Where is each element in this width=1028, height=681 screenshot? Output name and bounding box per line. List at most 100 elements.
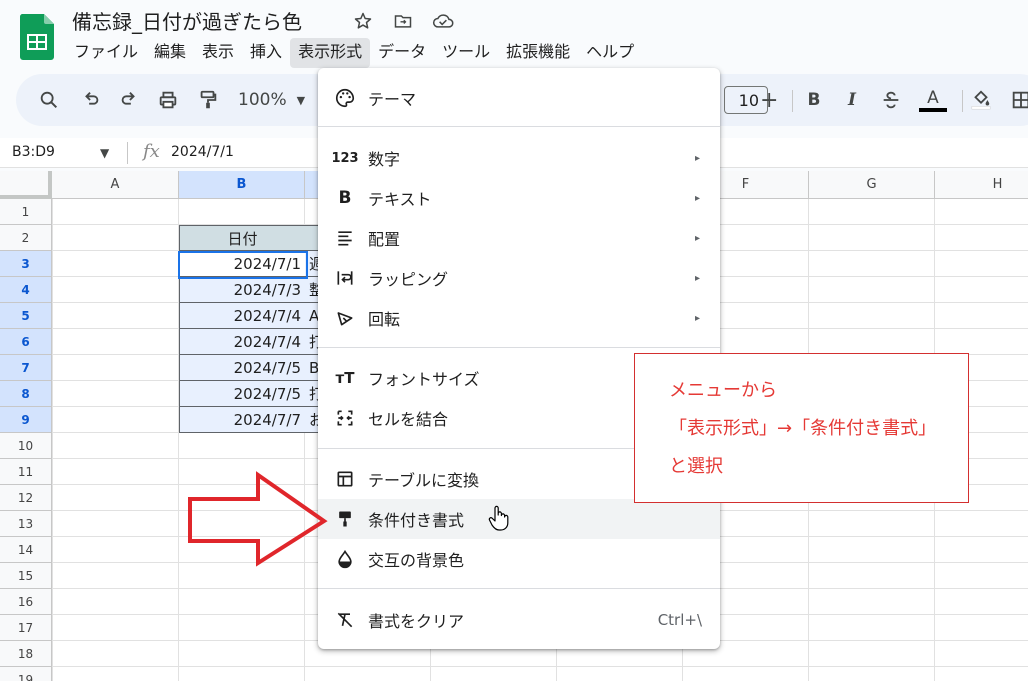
text-color-icon[interactable]: A: [918, 88, 948, 112]
row-header[interactable]: 4: [0, 277, 52, 303]
text-color-bar: [919, 107, 947, 112]
menu-item-clear-format[interactable]: 書式をクリア Ctrl+\: [318, 600, 720, 640]
redo-icon[interactable]: [118, 88, 140, 112]
row-header[interactable]: 8: [0, 381, 52, 407]
select-all-corner[interactable]: [0, 171, 52, 199]
pointer-arrow-icon: [188, 471, 328, 567]
row-header[interactable]: 9: [0, 407, 52, 433]
menu-item-label: 回転: [368, 310, 401, 329]
row-header[interactable]: 12: [0, 485, 52, 511]
italic-icon[interactable]: I: [842, 88, 862, 112]
menu-file[interactable]: ファイル: [66, 38, 146, 68]
submenu-arrow-icon: ▸: [694, 192, 700, 204]
row-header[interactable]: 19: [0, 667, 52, 681]
menu-item-rotation[interactable]: 回転 ▸: [318, 298, 720, 338]
menu-item-label: テーブルに変換: [368, 471, 480, 490]
plus-icon[interactable]: +: [760, 88, 778, 113]
menu-item-label: 書式をクリア: [368, 612, 465, 631]
name-box[interactable]: B3:D9: [12, 144, 55, 160]
menu-divider: [318, 126, 720, 127]
date-cell[interactable]: 2024/7/7: [179, 407, 306, 433]
menu-item-label: 配置: [368, 230, 401, 249]
formula-divider: [127, 142, 128, 164]
text-color-letter: A: [927, 87, 939, 108]
row-header[interactable]: 1: [0, 199, 52, 225]
menu-divider: [318, 347, 720, 348]
row-header[interactable]: 18: [0, 641, 52, 667]
strikethrough-icon[interactable]: [880, 88, 902, 112]
row-header[interactable]: 17: [0, 615, 52, 641]
borders-icon[interactable]: [1010, 88, 1028, 112]
menu-item-conditional-format[interactable]: 条件付き書式: [318, 499, 720, 539]
paint-format-icon[interactable]: [197, 88, 219, 112]
date-cell[interactable]: 2024/7/5: [179, 355, 306, 381]
row-header[interactable]: 10: [0, 433, 52, 459]
column-header-a[interactable]: A: [52, 171, 179, 199]
row-header[interactable]: 2: [0, 225, 52, 251]
fill-color-icon[interactable]: [970, 88, 992, 112]
toolbar-divider: [792, 90, 793, 112]
undo-icon[interactable]: [80, 88, 102, 112]
menu-item-label: テーマ: [368, 90, 417, 109]
menu-help[interactable]: ヘルプ: [578, 38, 642, 68]
row-header[interactable]: 15: [0, 563, 52, 589]
menu-item-text[interactable]: B テキスト ▸: [318, 178, 720, 218]
row-header[interactable]: 14: [0, 537, 52, 563]
date-cell[interactable]: 2024/7/4: [179, 303, 306, 329]
document-title[interactable]: 備忘録_日付が過ぎたら色: [72, 6, 302, 35]
menu-item-label: テキスト: [368, 190, 432, 209]
menu-item-wrapping[interactable]: ラッピング ▸: [318, 258, 720, 298]
bold-icon[interactable]: B: [804, 88, 824, 112]
name-box-dropdown-icon[interactable]: ▼: [100, 146, 109, 160]
column-header-h[interactable]: H: [935, 171, 1028, 199]
row-header[interactable]: 16: [0, 589, 52, 615]
menu-data[interactable]: データ: [370, 38, 434, 68]
menu-insert[interactable]: 挿入: [242, 38, 290, 68]
search-icon[interactable]: [38, 88, 60, 112]
column-header-b[interactable]: B: [179, 171, 305, 199]
row-header[interactable]: 13: [0, 511, 52, 537]
row-header[interactable]: 3: [0, 251, 52, 277]
menu-extensions[interactable]: 拡張機能: [498, 38, 578, 68]
title-actions: [352, 10, 454, 32]
menu-format[interactable]: 表示形式: [290, 38, 371, 68]
menu-item-theme[interactable]: テーマ: [318, 78, 720, 118]
menu-item-number[interactable]: 123 数字 ▸: [318, 138, 720, 178]
row-header[interactable]: 7: [0, 355, 52, 381]
row-header[interactable]: 11: [0, 459, 52, 485]
print-icon[interactable]: [157, 88, 179, 112]
menu-edit[interactable]: 編集: [146, 38, 194, 68]
text-rotation-icon: [334, 307, 356, 329]
alternating-colors-icon: [334, 548, 356, 570]
row-header[interactable]: 5: [0, 303, 52, 329]
date-cell[interactable]: 2024/7/3: [179, 277, 306, 303]
table-icon: [334, 468, 356, 490]
submenu-arrow-icon: ▸: [694, 232, 700, 244]
move-folder-icon[interactable]: [392, 10, 414, 32]
zoom-select[interactable]: 100% ▼: [238, 88, 305, 112]
menu-item-label: セルを結合: [368, 410, 449, 429]
menu-item-alternating-colors[interactable]: 交互の背景色: [318, 539, 720, 579]
menu-item-label: フォントサイズ: [368, 370, 480, 389]
menu-item-label: 交互の背景色: [368, 551, 465, 570]
palette-icon: [334, 87, 356, 109]
date-cell[interactable]: 2024/7/1: [179, 251, 306, 277]
row-header[interactable]: 6: [0, 329, 52, 355]
date-cell[interactable]: 2024/7/5: [179, 381, 306, 407]
date-cell[interactable]: 2024/7/4: [179, 329, 306, 355]
hand-cursor-icon: [488, 505, 509, 531]
menu-tools[interactable]: ツール: [434, 38, 498, 68]
sheets-logo-icon[interactable]: [20, 14, 54, 60]
menu-divider: [318, 588, 720, 589]
cloud-saved-icon[interactable]: [432, 10, 454, 32]
column-header-g[interactable]: G: [809, 171, 935, 199]
header-cell-date[interactable]: 日付: [179, 225, 306, 251]
chevron-down-icon: ▼: [296, 93, 306, 107]
menu-view[interactable]: 表示: [194, 38, 242, 68]
menu-item-label: ラッピング: [368, 270, 449, 289]
fx-icon: fx: [143, 141, 160, 162]
star-icon[interactable]: [352, 10, 374, 32]
menu-item-align[interactable]: 配置 ▸: [318, 218, 720, 258]
number-format-icon: 123: [331, 150, 359, 166]
formula-input[interactable]: 2024/7/1: [171, 144, 234, 160]
